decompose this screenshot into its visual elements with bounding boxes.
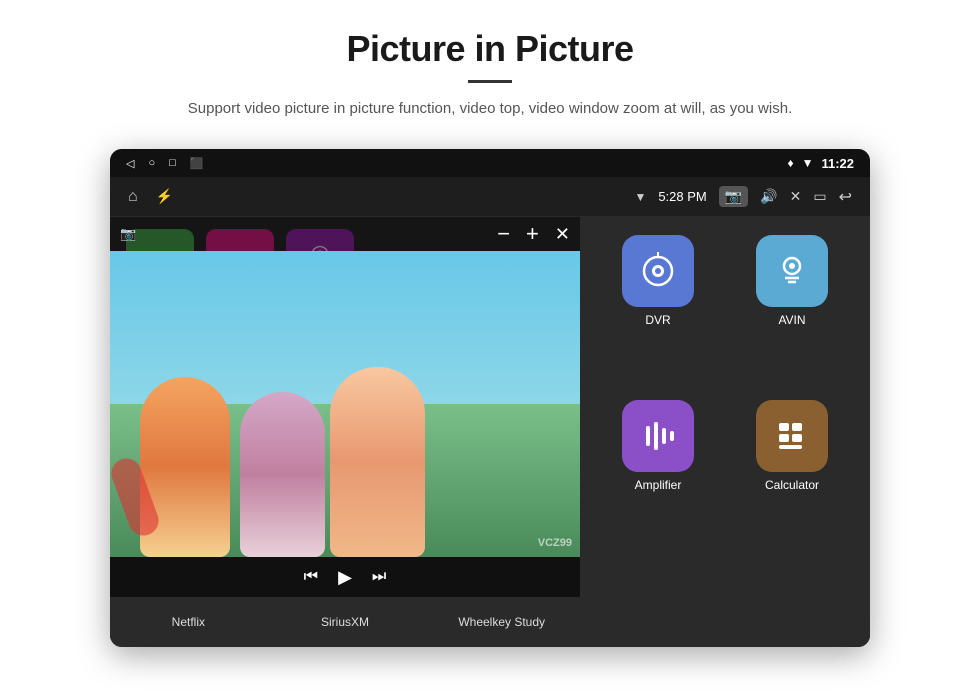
window-icon[interactable]: ▭ xyxy=(813,188,826,205)
cast-icon[interactable]: ⬛ xyxy=(190,157,204,170)
pip-close-btn[interactable]: ✕ xyxy=(555,224,570,245)
title-divider xyxy=(468,80,512,83)
location-icon: ♦ xyxy=(787,156,793,170)
close-icon[interactable]: ✕ xyxy=(790,188,802,205)
calculator-icon xyxy=(756,400,828,472)
next-btn[interactable]: ⏭ xyxy=(372,568,386,586)
wifi-icon: ▼ xyxy=(802,156,814,170)
volume-icon[interactable]: 🔊 xyxy=(760,188,777,205)
dvr-label: DVR xyxy=(645,313,670,327)
nav-bar-right: ▼ 5:28 PM 📷 🔊 ✕ ▭ ↩ xyxy=(634,186,852,207)
status-bar-left: ◁ ○ □ ⬛ xyxy=(126,157,203,170)
app-dvr[interactable]: DVR xyxy=(596,235,720,390)
page-subtitle: Support video picture in picture functio… xyxy=(130,97,850,121)
siriusxm-label: SiriusXM xyxy=(267,615,424,629)
avin-label: AVIN xyxy=(778,313,805,327)
video-scene: VCZ99 xyxy=(110,251,580,557)
back-icon[interactable]: ◁ xyxy=(126,157,134,170)
camera-icon[interactable]: 📷 xyxy=(719,186,748,207)
amplifier-label: Amplifier xyxy=(635,478,682,492)
pip-overlay[interactable]: 📷 − + ✕ xyxy=(110,217,580,597)
video-playback-controls: ⏮ ▶ ⏭ xyxy=(110,557,580,597)
home-nav-icon[interactable]: ⌂ xyxy=(128,188,138,206)
nav-time: 5:28 PM xyxy=(658,189,706,204)
bottom-labels: Netflix SiriusXM Wheelkey Study xyxy=(110,597,580,647)
pip-cam-icon: 📷 xyxy=(120,226,136,242)
status-bar: ◁ ○ □ ⬛ ♦ ▼ 11:22 xyxy=(110,149,870,177)
nav-bar: ⌂ ⚡ ▼ 5:28 PM 📷 🔊 ✕ ▭ ↩ xyxy=(110,177,870,217)
page-header: Picture in Picture Support video picture… xyxy=(0,0,980,139)
app-calculator[interactable]: Calculator xyxy=(730,400,854,555)
calculator-label: Calculator xyxy=(765,478,819,492)
netflix-label: Netflix xyxy=(110,615,267,629)
app-amplifier[interactable]: Amplifier xyxy=(596,400,720,555)
usb-icon[interactable]: ⚡ xyxy=(156,188,173,205)
watermark: VCZ99 xyxy=(538,537,572,549)
back-nav-icon[interactable]: ↩ xyxy=(839,187,852,207)
avin-icon xyxy=(756,235,828,307)
pip-minus-btn[interactable]: − xyxy=(497,223,510,245)
home-icon[interactable]: ○ xyxy=(148,157,155,169)
pip-plus-btn[interactable]: + xyxy=(526,223,539,245)
status-time: 11:22 xyxy=(821,156,854,171)
wifi-nav-icon: ▼ xyxy=(634,190,646,204)
pip-controls: 📷 − + ✕ xyxy=(110,217,580,251)
nav-bar-left: ⌂ ⚡ xyxy=(128,188,173,206)
wheelkey-label: Wheelkey Study xyxy=(423,615,580,629)
page-title: Picture in Picture xyxy=(60,28,920,70)
pip-size-controls: − + ✕ xyxy=(497,223,570,245)
status-bar-right: ♦ ▼ 11:22 xyxy=(787,156,854,171)
screen-area: ◎ 📷 − + ✕ xyxy=(110,217,870,647)
device-frame: ◁ ○ □ ⬛ ♦ ▼ 11:22 ⌂ ⚡ ▼ 5:28 PM 📷 🔊 ✕ ▭ … xyxy=(110,149,870,647)
dvr-icon xyxy=(622,235,694,307)
app-grid: DVR AVIN xyxy=(580,217,870,647)
recents-icon[interactable]: □ xyxy=(169,157,176,169)
play-btn[interactable]: ▶ xyxy=(338,567,352,588)
amplifier-icon xyxy=(622,400,694,472)
app-avin[interactable]: AVIN xyxy=(730,235,854,390)
prev-btn[interactable]: ⏮ xyxy=(304,568,318,586)
video-content: VCZ99 xyxy=(110,251,580,557)
